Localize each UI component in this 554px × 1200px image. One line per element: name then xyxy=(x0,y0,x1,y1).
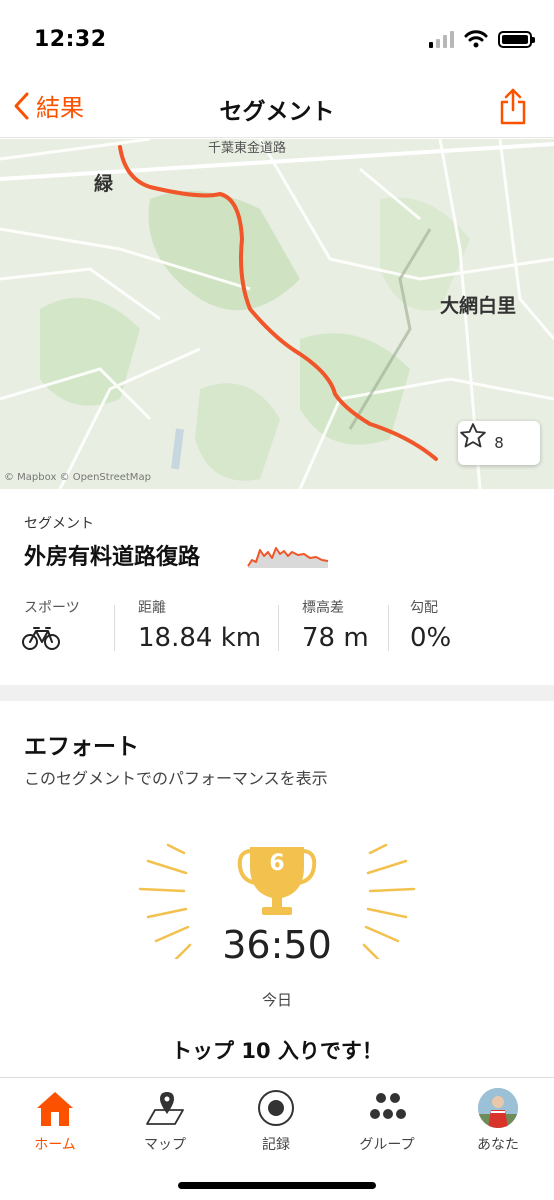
effort-title: エフォート xyxy=(24,734,139,760)
segment-name: 外房有料道路復路 xyxy=(24,545,201,570)
tab-map-label: マップ xyxy=(144,1137,186,1153)
status-bar: 12:32 xyxy=(0,0,554,80)
segment-kind-label: セグメント xyxy=(24,516,94,532)
stat-distance-value: 18.84 km xyxy=(138,623,262,653)
avatar xyxy=(478,1088,518,1128)
tab-groups[interactable]: グループ xyxy=(332,1084,442,1154)
segment-info: セグメント 外房有料道路復路 スポーツ 距離 18.84 km 標高差 78 m… xyxy=(0,489,554,685)
status-icons xyxy=(429,30,535,48)
star-segment-button[interactable]: 8 xyxy=(458,421,540,465)
stat-elevation-label: 標高差 xyxy=(302,600,344,616)
navigation-bar: 結果 セグメント xyxy=(0,80,554,138)
map-road-label: 千葉東金道路 xyxy=(208,141,287,156)
tab-record-label: 記録 xyxy=(262,1137,290,1153)
tab-home-label: ホーム xyxy=(34,1137,76,1153)
star-count: 8 xyxy=(494,434,504,452)
segment-map[interactable]: 千葉東金道路 緑 大網白里 8 © Mapbox © OpenStreetMap xyxy=(0,139,554,489)
effort-message: トップ 10 入りです！ xyxy=(171,1039,383,1063)
stat-grade-value: 0% xyxy=(410,623,452,653)
record-icon xyxy=(258,1090,294,1126)
effort-section: エフォート このセグメントでのパフォーマンスを表示 6 36:50 今日 トップ… xyxy=(0,701,554,1077)
share-button[interactable] xyxy=(498,86,528,130)
tab-you-label: あなた xyxy=(477,1137,519,1153)
stat-grade-label: 勾配 xyxy=(410,600,438,616)
stat-elevation-value: 78 m xyxy=(302,623,369,653)
stat-distance: 距離 18.84 km xyxy=(114,589,278,659)
star-icon xyxy=(460,423,486,448)
map-town-label: 緑 xyxy=(94,173,114,195)
groups-icon xyxy=(370,1093,406,1119)
tab-home[interactable]: ホーム xyxy=(0,1084,110,1154)
tab-you[interactable]: あなた xyxy=(443,1084,553,1154)
map-icon xyxy=(146,1092,184,1125)
cellular-signal-icon xyxy=(429,30,454,48)
elevation-profile-icon xyxy=(247,547,329,568)
page-title: セグメント xyxy=(219,99,335,125)
wifi-icon xyxy=(464,30,488,48)
stat-sport-label: スポーツ xyxy=(24,600,80,616)
segment-stats: スポーツ 距離 18.84 km 標高差 78 m 勾配 0% xyxy=(0,589,554,659)
map-city-label: 大網白里 xyxy=(440,295,517,317)
rank-number: 6 xyxy=(269,851,285,876)
battery-icon xyxy=(498,30,535,48)
bike-icon xyxy=(22,627,60,650)
status-time: 12:32 xyxy=(34,27,107,52)
section-divider xyxy=(0,685,554,701)
effort-date: 今日 xyxy=(261,991,292,1009)
map-attribution[interactable]: © Mapbox © OpenStreetMap xyxy=(4,472,151,483)
stat-grade: 勾配 0% xyxy=(388,589,554,659)
home-icon xyxy=(37,1092,73,1126)
stat-sport: スポーツ xyxy=(0,589,114,659)
stat-elevation: 標高差 78 m xyxy=(278,589,388,659)
tab-record[interactable]: 記録 xyxy=(221,1084,331,1154)
home-indicator xyxy=(178,1182,376,1189)
effort-subtitle: このセグメントでのパフォーマンスを表示 xyxy=(24,769,328,788)
tab-map[interactable]: マップ xyxy=(110,1084,220,1154)
effort-time: 36:50 xyxy=(222,923,332,967)
stat-distance-label: 距離 xyxy=(138,600,166,616)
share-icon xyxy=(500,88,526,125)
tab-groups-label: グループ xyxy=(359,1137,415,1153)
